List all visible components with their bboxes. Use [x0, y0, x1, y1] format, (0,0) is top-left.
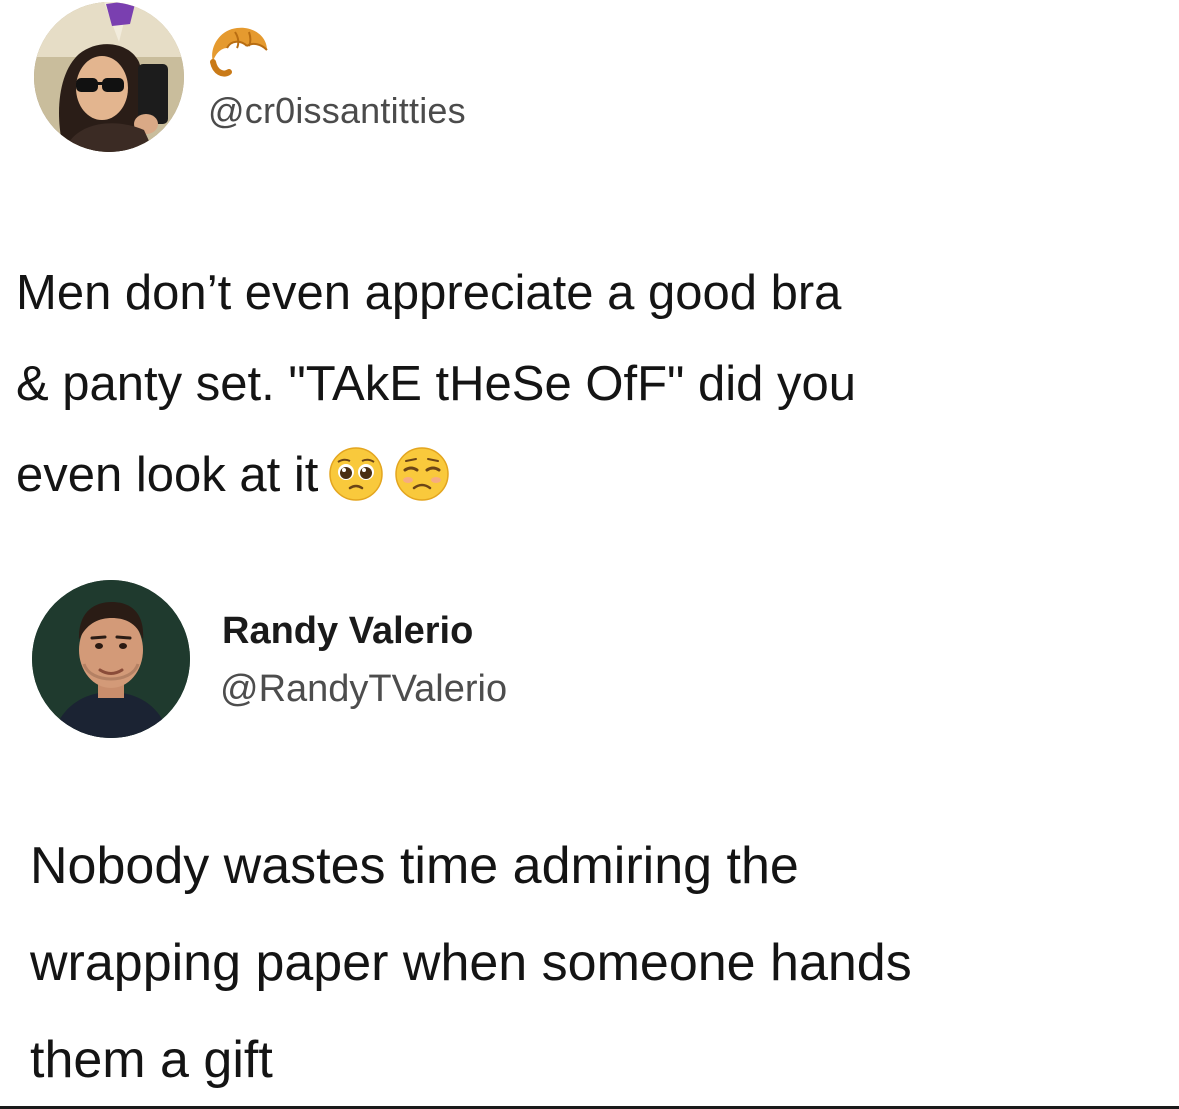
tweet-original: @cr0issantitties Men don’t even apprecia…	[0, 0, 1179, 570]
screenshot-page: @cr0issantitties Men don’t even apprecia…	[0, 0, 1179, 1109]
pleading-face-icon	[329, 447, 384, 501]
tweet-line: Nobody wastes time admiring the	[30, 837, 799, 895]
tweet-line: them a gift	[30, 1031, 273, 1089]
croissant-icon	[210, 27, 268, 77]
unamused-face-icon	[395, 447, 450, 501]
tweet-reply: Randy Valerio @RandyTValerio Nobody wast…	[0, 570, 1179, 1109]
username-handle[interactable]: @RandyTValerio	[220, 668, 507, 711]
profile-photo-woman-sunglasses-icon	[34, 2, 184, 152]
tweet-line: even look at it	[16, 448, 319, 502]
tweet-line: wrapping paper when someone hands	[30, 934, 912, 992]
display-name[interactable]: Randy Valerio	[222, 610, 473, 653]
tweet-body: Men don’t even appreciate a good bra & p…	[16, 248, 1156, 521]
avatar[interactable]	[32, 580, 190, 738]
tweet-line: & panty set. "TAkE tHeSe OfF" did you	[16, 357, 857, 411]
profile-photo-man-icon	[32, 580, 190, 738]
tweet-body: Nobody wastes time admiring the wrapping…	[30, 818, 1170, 1109]
avatar[interactable]	[34, 2, 184, 152]
username-handle[interactable]: @cr0issantitties	[208, 90, 466, 132]
tweet-line: Men don’t even appreciate a good bra	[16, 266, 842, 320]
tweet-line-with-emoji: even look at it	[16, 430, 1156, 521]
